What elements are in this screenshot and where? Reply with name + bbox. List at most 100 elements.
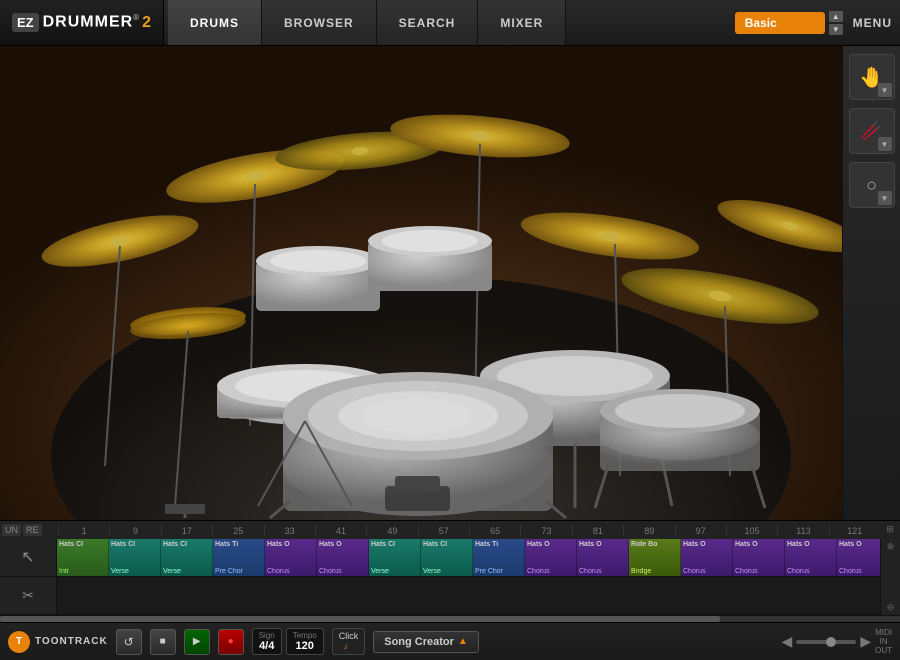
track-cell[interactable]: Hats O Chorus: [525, 539, 577, 577]
select-tool[interactable]: ↖: [0, 539, 56, 577]
right-btn-2-arrow[interactable]: ▼: [878, 137, 892, 151]
tab-mixer[interactable]: MIXER: [478, 0, 566, 45]
bottom-section: UN RE 1 9 17 25 33 41 49 57 65 73 81 89 …: [0, 520, 900, 660]
ruler-mark: 49: [366, 524, 417, 536]
track-cell[interactable]: Hats Cl Verse: [369, 539, 421, 577]
midi-label: MIDI: [875, 628, 892, 637]
click-label: Click: [339, 631, 359, 641]
scrollbar[interactable]: [0, 615, 900, 623]
volume-thumb[interactable]: [826, 637, 836, 647]
track-cell-intro[interactable]: Hats Cl Intr: [57, 539, 109, 577]
scroll-up[interactable]: ⊕: [887, 541, 895, 552]
toontrack-logo: T TOONTRACK: [8, 631, 108, 653]
cell-label: Hats O: [683, 541, 730, 548]
right-btn-1[interactable]: 🤚 ▼: [849, 54, 895, 100]
cell-label: Hats Cl: [59, 541, 106, 548]
track-cell[interactable]: Hats O Chorus: [577, 539, 629, 577]
cell-type: Chorus: [319, 568, 366, 575]
track-cell[interactable]: Hats Ti Pre Chor: [213, 539, 265, 577]
ruler-mark: 81: [572, 524, 623, 536]
loop-button[interactable]: ↺: [116, 629, 142, 655]
ruler-mark: 73: [520, 524, 571, 536]
right-btn-3-arrow[interactable]: ▼: [878, 191, 892, 205]
sign-tempo: Sign 4/4 Tempo 120: [252, 628, 324, 655]
zoom-icon: ⊞: [886, 524, 894, 535]
preset-up-arrow[interactable]: ▲: [829, 11, 843, 22]
click-icon: ♩: [343, 641, 353, 652]
volume-left-arrow[interactable]: ◀: [782, 633, 793, 650]
play-button[interactable]: ▶: [184, 629, 210, 655]
menu-button[interactable]: MENU: [853, 16, 892, 30]
tempo-label: Tempo: [293, 631, 317, 640]
volume-slider[interactable]: [796, 640, 856, 644]
cell-label: Hats O: [579, 541, 626, 548]
record-button[interactable]: ●: [218, 629, 244, 655]
track-cell[interactable]: Hats O Chorus: [681, 539, 733, 577]
cell-type: Intr: [59, 568, 106, 575]
stop-button[interactable]: ■: [150, 629, 176, 655]
zoom-controls[interactable]: ⊞: [880, 524, 900, 535]
track-row-1: Hats Cl Intr Hats Cl Verse Hats Cl Verse…: [57, 539, 880, 577]
ruler-mark: 57: [418, 524, 469, 536]
song-creator-label: Song Creator: [384, 636, 454, 648]
right-btn-1-arrow[interactable]: ▼: [878, 83, 892, 97]
cell-label: Hats Cl: [111, 541, 158, 548]
tempo-display[interactable]: Tempo 120: [286, 628, 324, 655]
track-area: ↖ ✂ Hats Cl Intr Hats Cl Verse Hats Cl V…: [0, 539, 900, 615]
transport-bar: T TOONTRACK ↺ ■ ▶ ● Sign 4/4 Tempo 120: [0, 622, 900, 660]
track-cell[interactable]: Hats Cl Verse: [421, 539, 473, 577]
song-creator-button[interactable]: Song Creator ▲: [373, 631, 479, 653]
record-icon: ●: [228, 636, 234, 647]
track-cell[interactable]: Hats Cl Verse: [161, 539, 213, 577]
tab-browser[interactable]: BROWSER: [262, 0, 377, 45]
cell-label: Hats Cl: [423, 541, 470, 548]
timeline-header: UN RE 1 9 17 25 33 41 49 57 65 73 81 89 …: [0, 520, 900, 539]
cell-label: Hats Cl: [371, 541, 418, 548]
cell-type: Chorus: [267, 568, 314, 575]
logo-area: EZ DRUMMER® 2: [0, 0, 164, 45]
midi-area: ◀ ▶ MIDI IN OUT: [782, 628, 892, 655]
preset-box[interactable]: Basic: [735, 12, 825, 34]
ruler-mark: 97: [675, 524, 726, 536]
cell-label: Hats O: [267, 541, 314, 548]
midi-display: MIDI IN OUT: [875, 628, 892, 655]
toontrack-icon: T: [8, 631, 30, 653]
tab-drums[interactable]: DRUMS: [168, 0, 262, 45]
track-cell[interactable]: Hats O Chorus: [733, 539, 785, 577]
track-cell[interactable]: Hats Ti Pre Chor: [473, 539, 525, 577]
cell-type: Verse: [423, 568, 470, 575]
track-cell[interactable]: Hats O Chorus: [317, 539, 369, 577]
in-label: IN: [880, 637, 888, 646]
preset-down-arrow[interactable]: ▼: [829, 24, 843, 35]
track-cell[interactable]: Hats Cl Verse: [109, 539, 161, 577]
cell-label: Hats Ti: [215, 541, 262, 548]
time-signature[interactable]: Sign 4/4: [252, 628, 282, 655]
song-creator-arrow: ▲: [458, 636, 468, 647]
cell-type: Verse: [163, 568, 210, 575]
track-cell[interactable]: Hats O Chorus: [837, 539, 880, 577]
track-cell[interactable]: Hats O Chorus: [785, 539, 837, 577]
cell-type: Verse: [371, 568, 418, 575]
ruler-mark: 25: [212, 524, 263, 536]
cell-type: Pre Chor: [475, 568, 522, 575]
click-button[interactable]: Click ♩: [332, 628, 366, 655]
right-btn-2[interactable]: 🥢 ▼: [849, 108, 895, 154]
track-cell-bridge[interactable]: Ride Bo Bridge: [629, 539, 681, 577]
scroll-thumb[interactable]: [0, 616, 720, 623]
undo-button[interactable]: UN: [2, 524, 21, 536]
ruler-mark: 1: [58, 524, 109, 536]
right-btn-3[interactable]: ○ ▼: [849, 162, 895, 208]
tab-search[interactable]: SEARCH: [377, 0, 479, 45]
cut-tool[interactable]: ✂: [0, 577, 56, 615]
sign-value: 4/4: [259, 640, 275, 652]
cell-type: Chorus: [839, 568, 880, 575]
volume-right-arrow[interactable]: ▶: [860, 633, 871, 650]
cell-label: Hats O: [787, 541, 834, 548]
preset-area: Basic ▲ ▼ MENU: [735, 10, 900, 36]
ruler-mark: 33: [264, 524, 315, 536]
cell-type: Chorus: [579, 568, 626, 575]
cell-type: Chorus: [527, 568, 574, 575]
scroll-down[interactable]: ⊖: [887, 602, 895, 613]
track-cell[interactable]: Hats O Chorus: [265, 539, 317, 577]
redo-button[interactable]: RE: [23, 524, 42, 536]
